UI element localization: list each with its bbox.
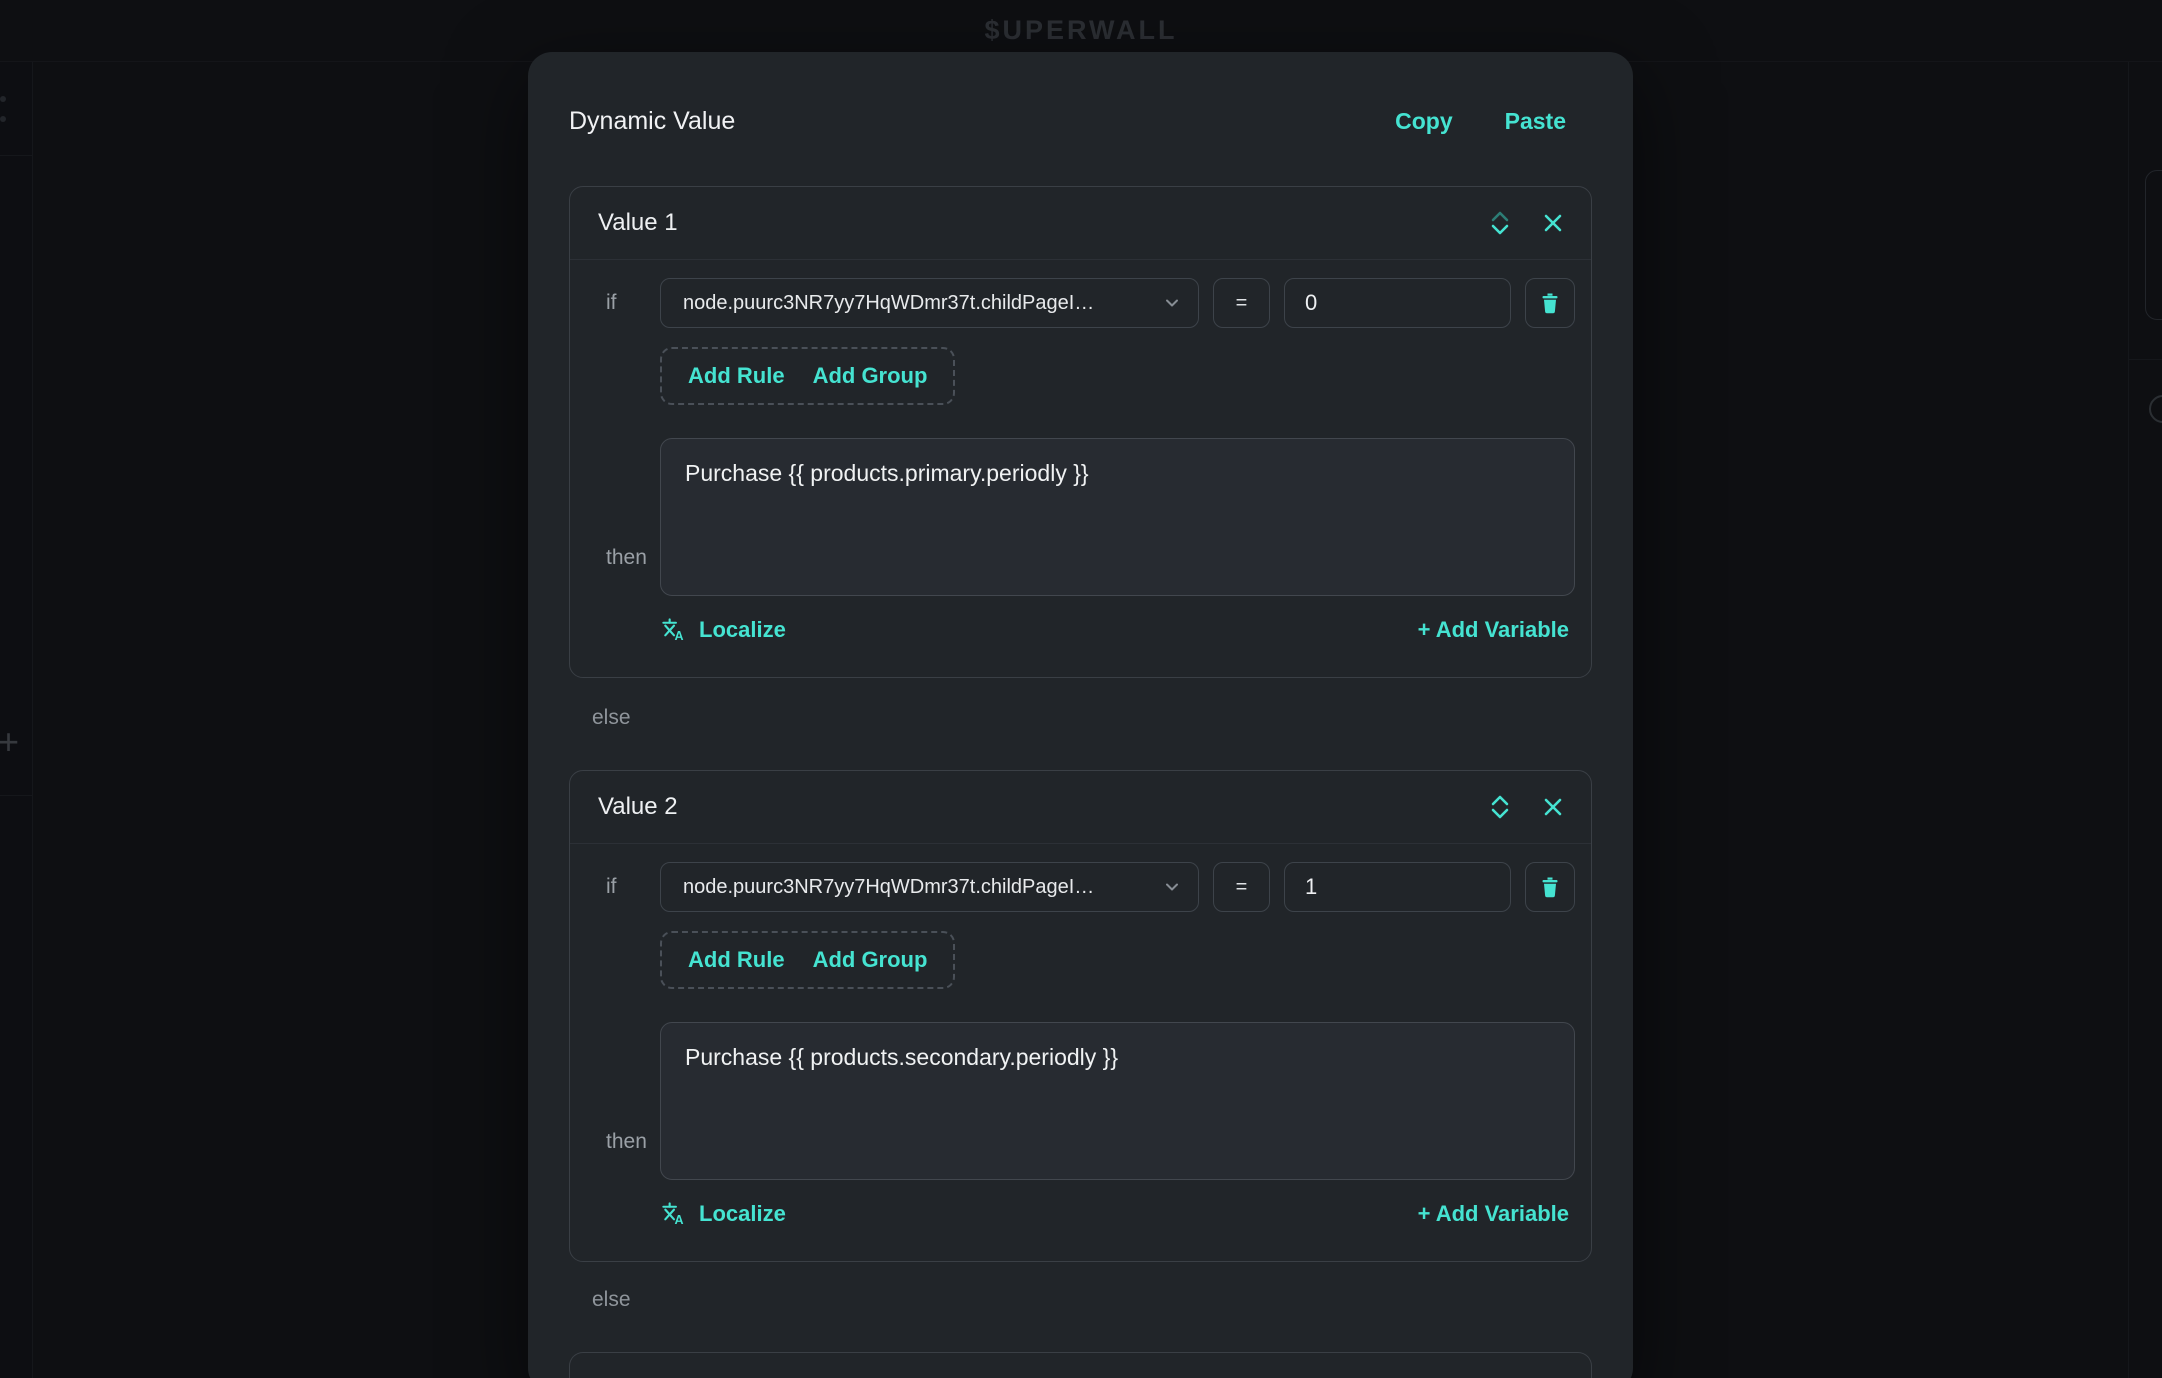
chevron-down-icon	[1162, 293, 1182, 313]
value-card-2: Value 2 if	[569, 770, 1592, 1262]
svg-text:A: A	[674, 1213, 683, 1227]
delete-rule-button[interactable]	[1525, 278, 1575, 328]
then-label: then	[590, 1130, 660, 1154]
paste-button[interactable]: Paste	[1505, 108, 1566, 135]
add-variable-button[interactable]: + Add Variable	[1418, 617, 1569, 643]
add-rule-group: Add Rule Add Group	[660, 931, 955, 989]
then-label: then	[590, 546, 660, 570]
condition-field-select[interactable]: node.puurc3NR7yy7HqWDmr37t.childPageI…	[660, 862, 1199, 912]
add-rule-button[interactable]: Add Rule	[688, 363, 785, 389]
reorder-button[interactable]	[1485, 790, 1515, 824]
add-rule-button[interactable]: Add Rule	[688, 947, 785, 973]
close-icon	[1541, 795, 1565, 819]
translate-icon: A	[660, 1200, 687, 1227]
translate-icon: A	[660, 616, 687, 643]
localize-button[interactable]: A Localize	[660, 616, 786, 643]
chevron-up-down-icon	[1487, 792, 1513, 822]
value-card-1: Value 1 if	[569, 186, 1592, 678]
modal-title: Dynamic Value	[569, 104, 735, 138]
close-value-button[interactable]	[1539, 793, 1567, 821]
trash-icon	[1538, 875, 1562, 900]
localize-label: Localize	[699, 617, 786, 643]
localize-button[interactable]: A Localize	[660, 1200, 786, 1227]
value-text-input[interactable]: Purchase {{ products.primary.periodly }}	[660, 438, 1575, 596]
if-label: if	[590, 862, 660, 912]
else-label: else	[592, 1288, 1592, 1312]
chevron-up-down-icon	[1487, 208, 1513, 238]
close-value-button[interactable]	[1539, 209, 1567, 237]
value-card-3-partial	[569, 1352, 1592, 1378]
localize-label: Localize	[699, 1201, 786, 1227]
operator-select[interactable]: =	[1213, 862, 1270, 912]
modal-actions: Copy Paste	[1395, 108, 1566, 135]
if-label: if	[590, 278, 660, 328]
condition-field-select[interactable]: node.puurc3NR7yy7HqWDmr37t.childPageI…	[660, 278, 1199, 328]
add-group-button[interactable]: Add Group	[813, 947, 928, 973]
reorder-button[interactable]	[1485, 206, 1515, 240]
add-rule-group: Add Rule Add Group	[660, 347, 955, 405]
close-icon	[1541, 211, 1565, 235]
modal-header: Dynamic Value Copy Paste	[569, 104, 1592, 138]
trash-icon	[1538, 291, 1562, 316]
else-label: else	[592, 706, 1592, 730]
condition-value-input[interactable]	[1284, 862, 1511, 912]
value-card-header: Value 2	[570, 771, 1591, 844]
value-card-header: Value 1	[570, 187, 1591, 260]
condition-field-value: node.puurc3NR7yy7HqWDmr37t.childPageI…	[683, 292, 1094, 315]
value-title: Value 2	[598, 793, 678, 821]
copy-button[interactable]: Copy	[1395, 108, 1453, 135]
delete-rule-button[interactable]	[1525, 862, 1575, 912]
dynamic-value-modal: Dynamic Value Copy Paste Value 1	[528, 52, 1633, 1378]
value-text-input[interactable]: Purchase {{ products.secondary.periodly …	[660, 1022, 1575, 1180]
value-title: Value 1	[598, 209, 678, 237]
operator-select[interactable]: =	[1213, 278, 1270, 328]
condition-field-value: node.puurc3NR7yy7HqWDmr37t.childPageI…	[683, 876, 1094, 899]
chevron-down-icon	[1162, 877, 1182, 897]
svg-text:A: A	[674, 629, 683, 643]
add-variable-button[interactable]: + Add Variable	[1418, 1201, 1569, 1227]
add-group-button[interactable]: Add Group	[813, 363, 928, 389]
condition-value-input[interactable]	[1284, 278, 1511, 328]
